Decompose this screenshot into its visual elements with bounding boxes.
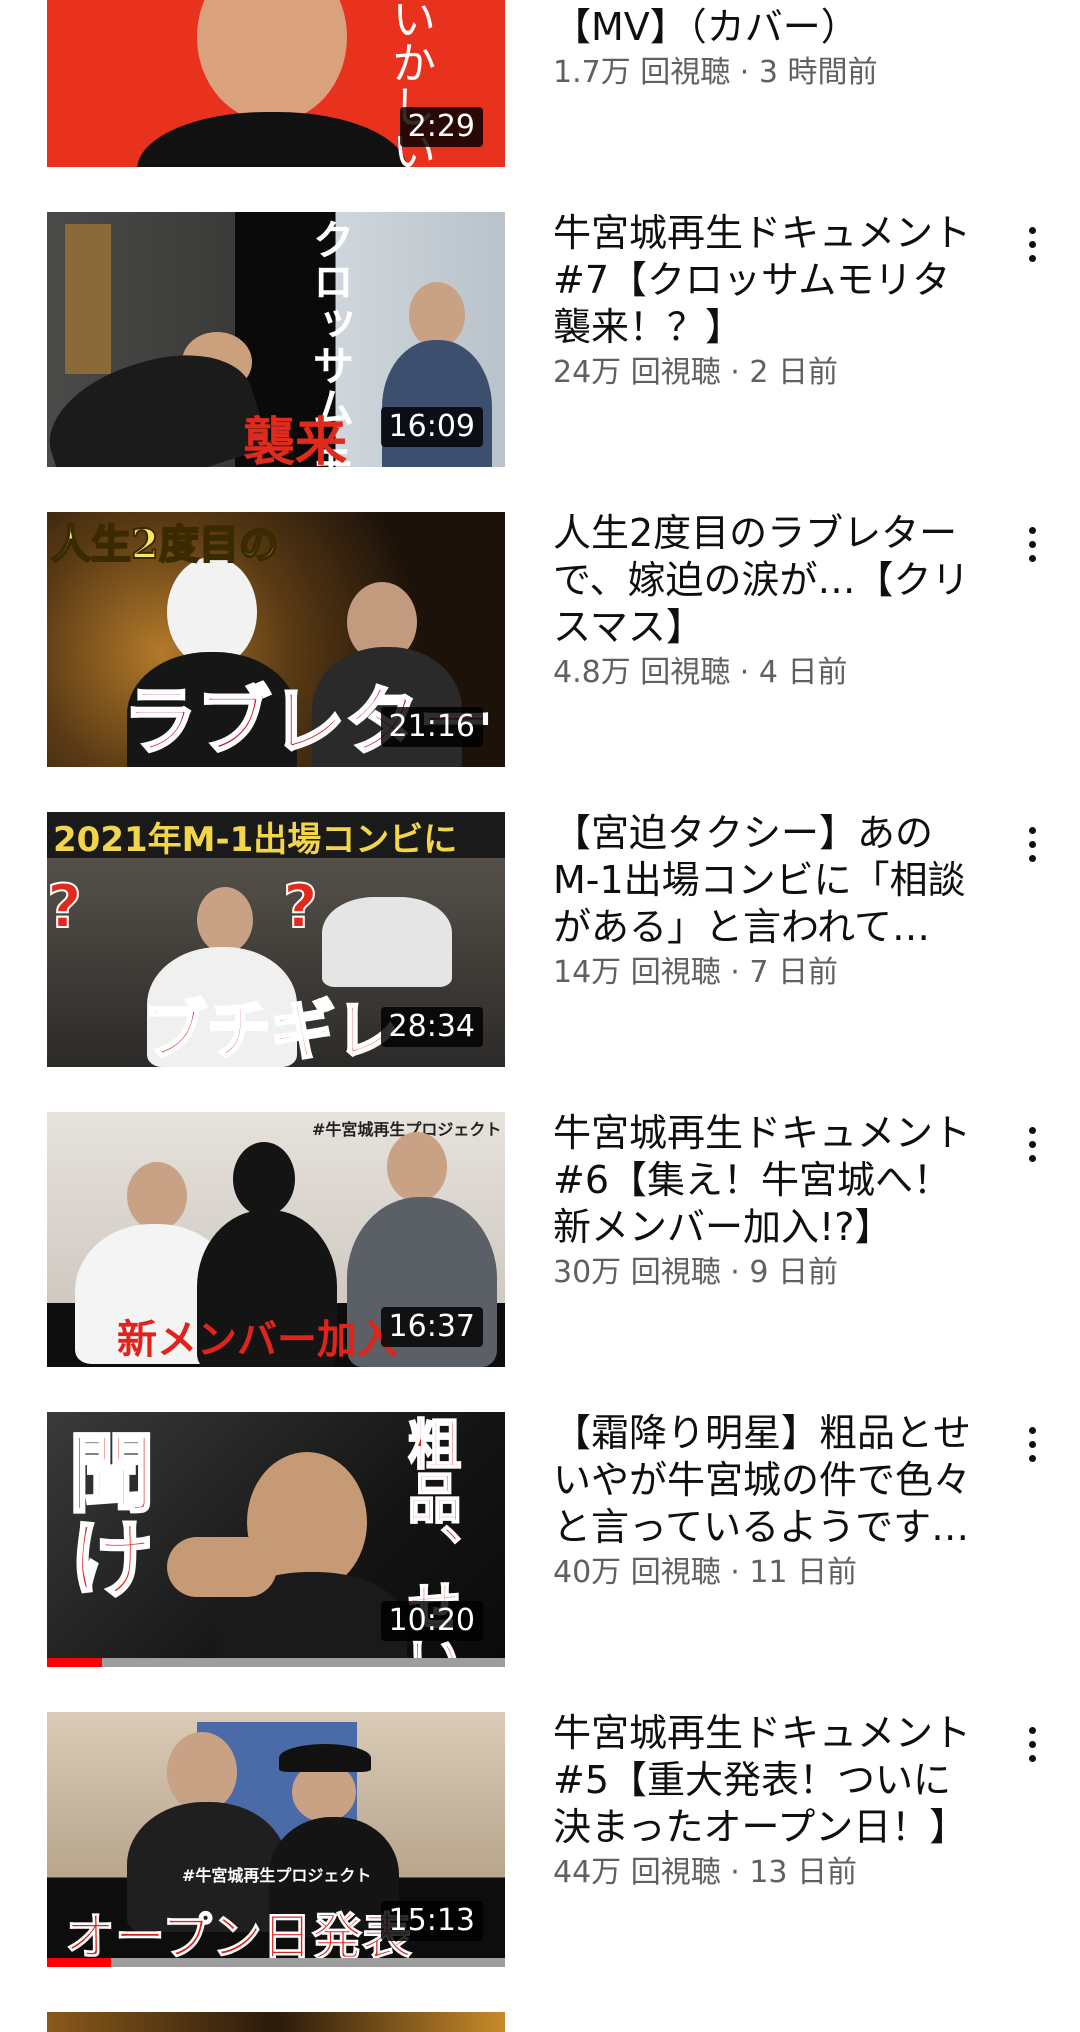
video-thumbnail[interactable]: くいかしい 2:29 — [47, 0, 505, 167]
more-options-icon[interactable] — [1012, 1716, 1052, 1772]
video-stats: 40万 回視聴 · 11 日前 — [553, 1555, 858, 1590]
video-item[interactable] — [0, 2012, 1080, 2032]
video-stats: 4.8万 回視聴 · 4 日前 — [553, 655, 848, 690]
video-stats: 1.7万 回視聴 · 3 時間前 — [553, 55, 878, 90]
thumbnail-caption-accent: 襲来 — [243, 412, 348, 467]
video-thumbnail[interactable] — [47, 2012, 505, 2032]
video-thumbnail[interactable]: 聞け 粗品、せいや 10:20 — [47, 1412, 505, 1667]
video-duration: 10:20 — [380, 1601, 483, 1641]
video-meta: 牛宮城再生ドキュメント #7【クロッサムモリタ 襲来！？】 24万 回視聴 · … — [553, 210, 1003, 393]
video-thumbnail[interactable]: #牛宮城再生プロジェクト オープン日発表 15:13 — [47, 1712, 505, 1967]
more-options-icon[interactable] — [1012, 216, 1052, 272]
video-stats: 24万 回視聴 · 2 日前 — [553, 355, 838, 390]
video-meta: 牛宮城再生ドキュメント #6【集え！牛宮城へ！ 新メンバー加入!?】 30万 回… — [553, 1110, 1003, 1293]
video-item[interactable]: 人生2度目の ラブレター 21:16 人生2度目のラブレター で、嫁迫の涙が…【… — [0, 510, 1080, 782]
video-stats: 44万 回視聴 · 13 日前 — [553, 1855, 858, 1890]
more-options-icon[interactable] — [1012, 1416, 1052, 1472]
thumbnail-caption: 聞け — [52, 1427, 156, 1602]
video-item[interactable]: クロッサム モリタ 襲来 16:09 牛宮城再生ドキュメント #7【クロッサムモ… — [0, 210, 1080, 482]
video-stats: 14万 回視聴 · 7 日前 — [553, 955, 838, 990]
watch-progress-bar — [47, 1958, 505, 1967]
video-item[interactable]: 聞け 粗品、せいや 10:20 【霜降り明星】粗品とせ いやが牛宮城の件で色々 … — [0, 1410, 1080, 1682]
thumbnail-caption: 2021年M-1出場コンビに — [53, 820, 458, 860]
thumbnail-caption-accent: 新メンバー加入 — [117, 1317, 397, 1363]
video-duration: 21:16 — [380, 707, 483, 747]
video-item[interactable]: #牛宮城再生プロジェクト オープン日発表 15:13 牛宮城再生ドキュメント #… — [0, 1710, 1080, 1982]
more-options-icon[interactable] — [1012, 516, 1052, 572]
video-title[interactable]: 【宮迫タクシー】あの M-1出場コンビに「相談 がある」と言われて… — [553, 810, 1003, 951]
more-options-icon[interactable] — [1012, 816, 1052, 872]
video-meta: 【霜降り明星】粗品とせ いやが牛宮城の件で色々 と言っているようです… 40万 … — [553, 1410, 1003, 1593]
watch-progress-fill — [47, 1958, 112, 1967]
watch-progress-bar — [47, 1658, 505, 1667]
video-thumbnail[interactable]: 2021年M-1出場コンビに ? ? ブチギレ 28:34 — [47, 812, 505, 1067]
video-title[interactable]: 人生2度目のラブレター で、嫁迫の涙が…【クリ スマス】 — [553, 510, 1003, 651]
more-options-icon[interactable] — [1012, 1116, 1052, 1172]
video-title[interactable]: 牛宮城再生ドキュメント #5【重大発表！ついに 決まったオープン日！】 — [553, 1710, 1003, 1851]
video-meta: 人生2度目のラブレター で、嫁迫の涙が…【クリ スマス】 4.8万 回視聴 · … — [553, 510, 1003, 693]
video-title[interactable]: 【MV】（カバー） — [553, 4, 1003, 51]
video-thumbnail[interactable]: クロッサム モリタ 襲来 16:09 — [47, 212, 505, 467]
video-thumbnail[interactable]: 人生2度目の ラブレター 21:16 — [47, 512, 505, 767]
thumbnail-caption-accent: オープン日発表 — [65, 1907, 413, 1967]
video-item[interactable]: くいかしい 2:29 【MV】（カバー） 1.7万 回視聴 · 3 時間前 — [0, 0, 1080, 182]
thumbnail-caption-accent: ブチギレ — [142, 993, 401, 1068]
video-thumbnail[interactable]: #牛宮城再生プロジェクト 新メンバー加入 16:37 — [47, 1112, 505, 1367]
video-item[interactable]: #牛宮城再生プロジェクト 新メンバー加入 16:37 牛宮城再生ドキュメント #… — [0, 1110, 1080, 1382]
video-duration: 28:34 — [380, 1007, 483, 1047]
video-title[interactable]: 牛宮城再生ドキュメント #6【集え！牛宮城へ！ 新メンバー加入!?】 — [553, 1110, 1003, 1251]
watch-progress-fill — [47, 1658, 102, 1667]
video-stats: 30万 回視聴 · 9 日前 — [553, 1255, 838, 1290]
video-meta: 【MV】（カバー） 1.7万 回視聴 · 3 時間前 — [553, 4, 1003, 93]
video-duration: 16:37 — [380, 1307, 483, 1347]
thumbnail-caption: 人生2度目の — [50, 520, 280, 569]
video-meta: 牛宮城再生ドキュメント #5【重大発表！ついに 決まったオープン日！】 44万 … — [553, 1710, 1003, 1893]
video-duration: 2:29 — [399, 107, 483, 147]
thumbnail-caption: #牛宮城再生プロジェクト — [182, 1866, 372, 1885]
video-title[interactable]: 牛宮城再生ドキュメント #7【クロッサムモリタ 襲来！？】 — [553, 210, 1003, 351]
video-duration: 15:13 — [380, 1901, 483, 1941]
video-item[interactable]: 2021年M-1出場コンビに ? ? ブチギレ 28:34 【宮迫タクシー】あの… — [0, 810, 1080, 1082]
video-duration: 16:09 — [380, 407, 483, 447]
video-meta: 【宮迫タクシー】あの M-1出場コンビに「相談 がある」と言われて… 14万 回… — [553, 810, 1003, 993]
video-title[interactable]: 【霜降り明星】粗品とせ いやが牛宮城の件で色々 と言っているようです… — [553, 1410, 1003, 1551]
